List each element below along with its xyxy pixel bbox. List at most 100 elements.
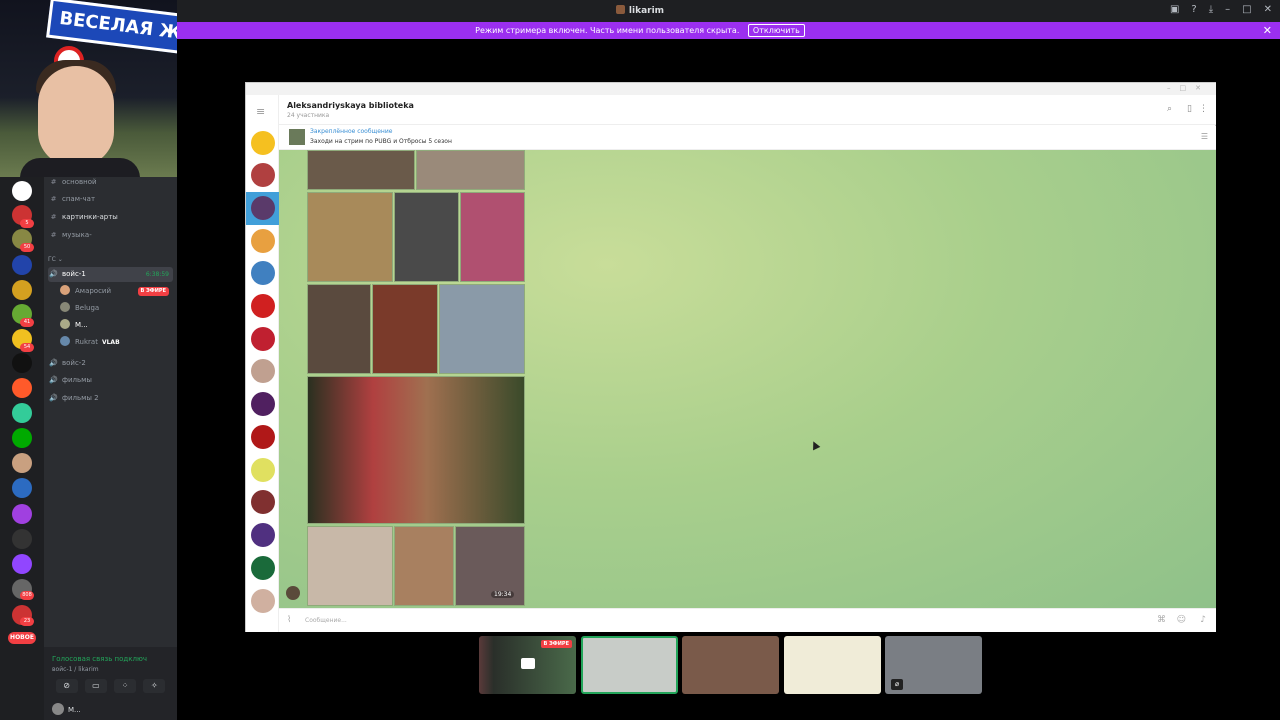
photo[interactable] xyxy=(307,526,393,606)
chat-avatar[interactable] xyxy=(251,196,275,220)
channel-art[interactable]: # картинки-арты xyxy=(48,210,173,225)
soundboard-button[interactable]: ✧ xyxy=(143,679,166,693)
photo[interactable] xyxy=(307,284,371,374)
telegram-titlebar: –□✕ xyxy=(246,83,1216,95)
chat-avatar[interactable] xyxy=(251,294,275,318)
stream-tile[interactable] xyxy=(682,636,779,694)
disable-streamer-mode-button[interactable]: Отключить xyxy=(747,24,805,37)
voice-channel-movies-2[interactable]: 🔊 фильмы 2 xyxy=(48,391,173,406)
photo[interactable] xyxy=(307,192,393,282)
search-icon[interactable]: ⌕ xyxy=(1167,104,1172,114)
screen-share-button[interactable]: ▭ xyxy=(84,679,107,693)
photo[interactable] xyxy=(307,376,525,524)
streamer-mode-bar: Режим стримера включен. Часть имени поль… xyxy=(0,22,1280,39)
speaker-icon: 🔊 xyxy=(49,394,58,402)
close-icon[interactable]: ✕ xyxy=(1263,22,1272,39)
pin-list-icon[interactable]: ☰ xyxy=(1201,132,1208,141)
channel-spam[interactable]: # спам-чат xyxy=(48,192,173,207)
chat-avatar[interactable] xyxy=(251,425,275,449)
microphone-icon[interactable]: ♪ xyxy=(1200,615,1206,625)
download-icon[interactable]: ⤓ xyxy=(1209,4,1213,15)
user-panel[interactable]: M... xyxy=(52,703,81,715)
emoji-icon[interactable]: ☺ xyxy=(1177,615,1186,625)
window-title: likarim xyxy=(0,5,1280,16)
streamer-face xyxy=(38,66,114,166)
voice-user[interactable]: Rukrat VLAB xyxy=(60,335,173,350)
chat-avatar[interactable] xyxy=(251,589,275,613)
server-icon[interactable] xyxy=(12,453,32,473)
chat-avatar[interactable] xyxy=(251,163,275,187)
chat-area[interactable]: 19:34 xyxy=(279,150,1216,608)
message-composer[interactable]: ⌇ Сообщение... ⌘ ☺ ♪ xyxy=(279,608,1216,632)
activities-button[interactable]: ⁘ xyxy=(114,679,137,693)
hash-icon: # xyxy=(50,178,57,186)
voice-channel-1[interactable]: 🔊 войс-1 6:38:59 xyxy=(48,267,173,282)
photo[interactable] xyxy=(455,526,525,606)
window-controls[interactable]: –□✕ xyxy=(1167,84,1210,92)
chat-avatar[interactable] xyxy=(251,458,275,482)
sender-avatar[interactable] xyxy=(286,586,300,600)
server-icon[interactable] xyxy=(12,378,32,398)
stream-tile[interactable]: ⌀ xyxy=(885,636,982,694)
server-icon[interactable] xyxy=(12,504,32,524)
server-icon[interactable] xyxy=(12,529,32,549)
server-icon[interactable] xyxy=(12,255,32,275)
photo[interactable] xyxy=(372,284,438,374)
chat-avatar[interactable] xyxy=(251,523,275,547)
chat-avatar[interactable] xyxy=(251,556,275,580)
stream-tile[interactable]: В ЭФИРЕ xyxy=(479,636,576,694)
voice-channel-2[interactable]: 🔊 войс-2 xyxy=(48,356,173,371)
channel-general[interactable]: # основной xyxy=(48,175,173,190)
inbox-icon[interactable]: ▣ xyxy=(1170,4,1179,15)
photo[interactable] xyxy=(394,192,459,282)
server-icon[interactable] xyxy=(12,428,32,448)
menu-icon[interactable]: ≡ xyxy=(256,105,265,118)
stream-tile[interactable] xyxy=(784,636,881,694)
chat-avatar[interactable] xyxy=(251,229,275,253)
attach-icon[interactable]: ⌇ xyxy=(287,615,291,625)
server-icon[interactable] xyxy=(12,353,32,373)
server-icon[interactable] xyxy=(12,280,32,300)
chat-avatar[interactable] xyxy=(251,261,275,285)
category-voice[interactable]: ГС ⌄ xyxy=(48,252,173,267)
more-icon[interactable]: ⋮ xyxy=(1199,104,1208,114)
chat-title: Aleksandriyskaya biblioteka xyxy=(287,101,414,110)
server-icon[interactable] xyxy=(12,181,32,201)
chat-avatar[interactable] xyxy=(251,392,275,416)
voice-user[interactable]: Амаросий В ЭФИРЕ xyxy=(60,284,173,299)
camera-off-button[interactable]: ⊘ xyxy=(55,679,78,693)
photo[interactable] xyxy=(416,150,525,190)
minimize-button[interactable]: – xyxy=(1225,4,1230,15)
webcam-overlay: ВЕСЕЛАЯ ЖИЗ xyxy=(0,0,177,177)
maximize-button[interactable]: □ xyxy=(1242,4,1251,15)
chat-avatar[interactable] xyxy=(251,131,275,155)
voice-user[interactable]: Beluga xyxy=(60,301,173,316)
chat-avatar[interactable] xyxy=(251,359,275,383)
twitch-icon[interactable] xyxy=(12,554,32,574)
chat-avatar[interactable] xyxy=(251,490,275,514)
photo[interactable] xyxy=(439,284,525,374)
close-button[interactable]: ✕ xyxy=(1264,4,1272,15)
hash-icon: # xyxy=(50,213,57,221)
mention-badge: 23 xyxy=(20,617,34,626)
photo[interactable] xyxy=(394,526,454,606)
photo[interactable] xyxy=(460,192,525,282)
telegram-window: –□✕ ≡ Aleksandriyskaya biblioteka 24 уча… xyxy=(245,82,1216,632)
sidebar-icon[interactable]: ▯ xyxy=(1187,104,1192,114)
pinned-text: Заходи на стрим по PUBG и Отбросы 5 сезо… xyxy=(310,138,452,145)
pinned-message[interactable]: Закреплённое сообщение Заходи на стрим п… xyxy=(279,126,1216,150)
mouse-cursor xyxy=(809,439,821,451)
commands-icon[interactable]: ⌘ xyxy=(1157,615,1166,625)
voice-channel-movies[interactable]: 🔊 фильмы xyxy=(48,373,173,388)
chat-avatar[interactable] xyxy=(251,327,275,351)
help-icon[interactable]: ? xyxy=(1191,4,1196,15)
server-icon[interactable] xyxy=(12,403,32,423)
server-icon[interactable] xyxy=(12,478,32,498)
channel-music[interactable]: # музыка- xyxy=(48,228,173,243)
stream-tile[interactable] xyxy=(581,636,678,694)
message-input[interactable]: Сообщение... xyxy=(305,617,347,624)
chat-header[interactable]: Aleksandriyskaya biblioteka 24 участника… xyxy=(279,95,1216,125)
photo[interactable] xyxy=(307,150,415,190)
voice-user[interactable]: M... xyxy=(60,318,173,333)
mention-badge: 41 xyxy=(20,318,34,327)
